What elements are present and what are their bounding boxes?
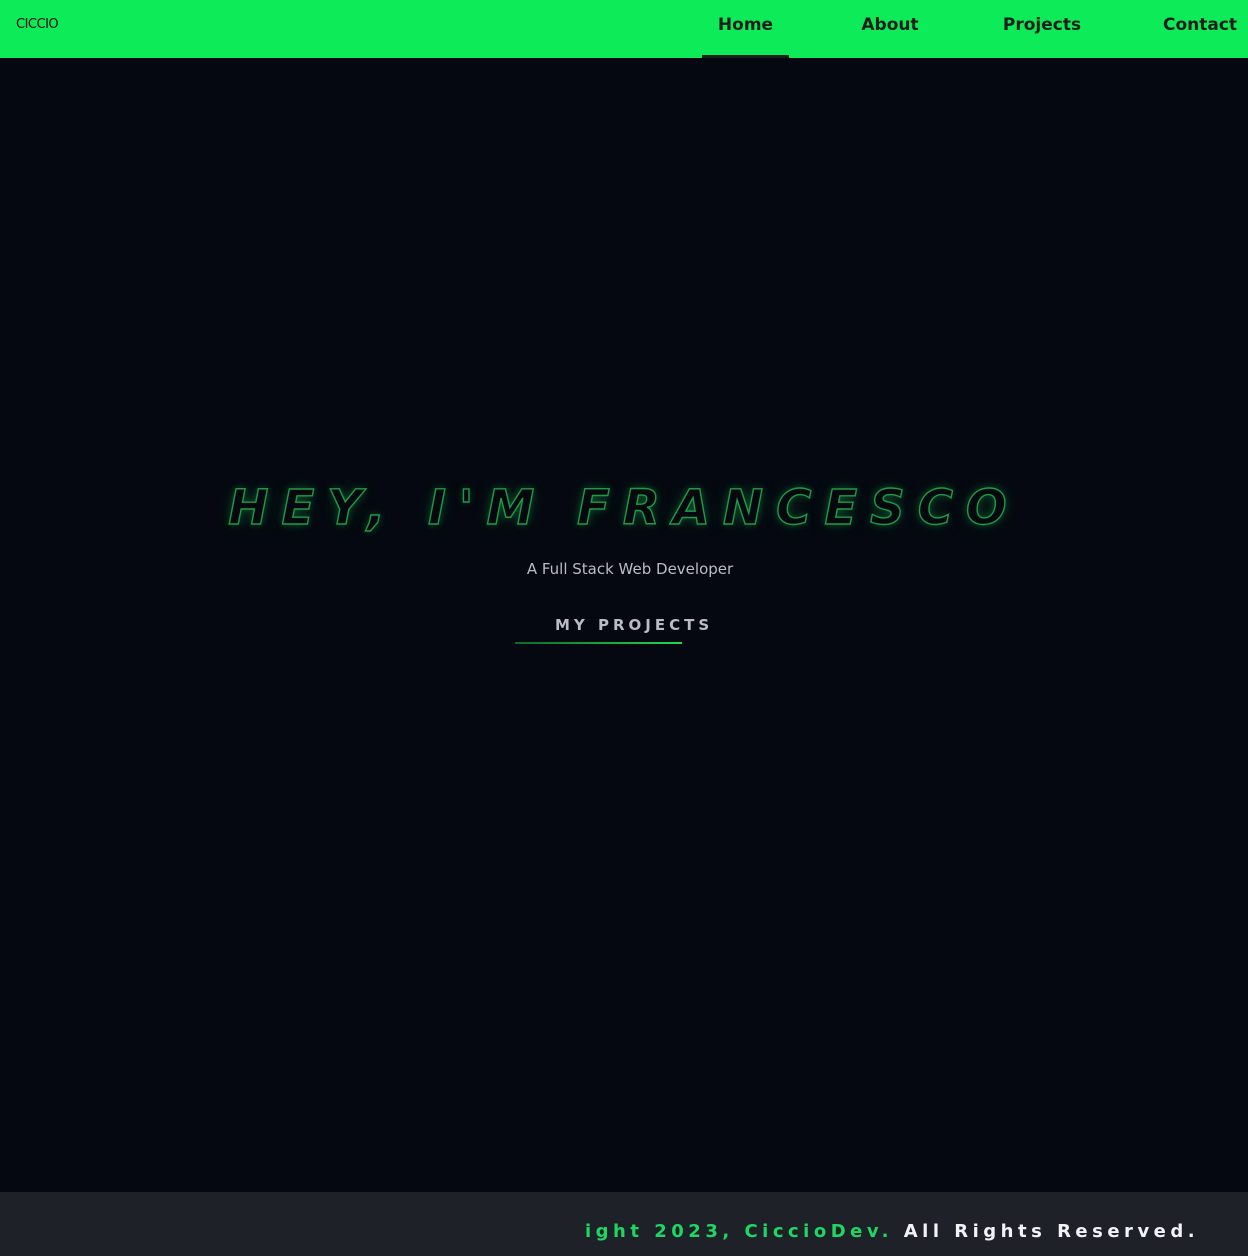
site-logo[interactable]: CICCIO	[16, 17, 59, 33]
hero-subtitle: A Full Stack Web Developer	[526, 560, 734, 578]
logo-text: CICCIO	[16, 17, 59, 32]
nav-item-label: Projects	[1002, 15, 1082, 35]
nav-item-label: About	[861, 15, 919, 35]
cta-underline	[515, 642, 682, 644]
my-projects-label: MY PROJECTS	[555, 616, 714, 634]
footer: ight 2023, CiccioDev. All Rights Reserve…	[0, 1192, 1248, 1256]
navbar: CICCIO Home About Projects Contact	[0, 0, 1248, 58]
my-projects-button[interactable]: MY PROJECTS	[515, 612, 745, 646]
page: CICCIO Home About Projects Contact HEY, …	[0, 0, 1248, 1256]
nav-item-label: Contact	[1162, 15, 1238, 35]
nav-item-contact[interactable]: Contact	[1154, 0, 1246, 58]
copyright-rights: All Rights Reserved.	[892, 1221, 1200, 1242]
hero-title: HEY, I'M FRANCESCO	[228, 479, 1020, 536]
nav-item-label: Home	[717, 15, 774, 35]
nav-item-about[interactable]: About	[846, 0, 934, 58]
nav-item-home[interactable]: Home	[702, 0, 789, 58]
copyright-brand: ight 2023, CiccioDev.	[585, 1221, 893, 1242]
nav-item-projects[interactable]: Projects	[990, 0, 1094, 58]
copyright-text: ight 2023, CiccioDev. All Rights Reserve…	[585, 1221, 1199, 1243]
